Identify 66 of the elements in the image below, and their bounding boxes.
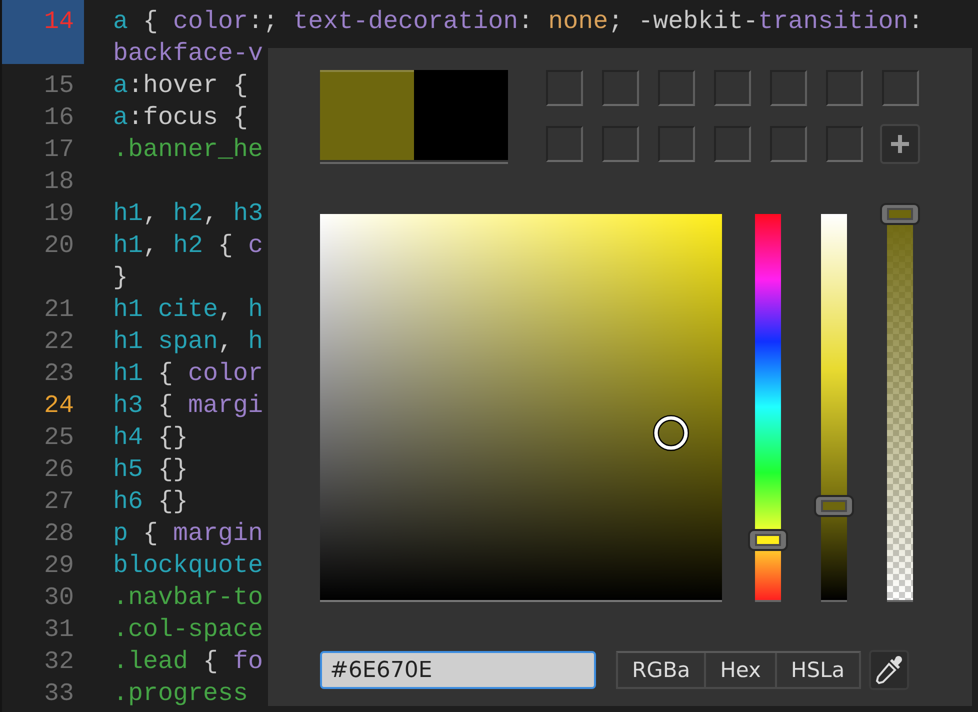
preset-swatch[interactable] xyxy=(770,70,807,106)
code-line: blockquote xyxy=(113,550,264,582)
line-number: 32 xyxy=(42,646,75,678)
code-line: backface-v xyxy=(113,38,264,70)
preset-swatch[interactable] xyxy=(826,70,863,106)
code-line: p { margin xyxy=(113,518,264,550)
preset-swatch[interactable] xyxy=(546,70,583,106)
preset-swatch[interactable] xyxy=(826,126,863,162)
line-number: 20 xyxy=(42,230,75,262)
preset-swatch[interactable] xyxy=(882,70,919,106)
line-number: 18 xyxy=(42,166,75,198)
line-number: 23 xyxy=(42,358,75,390)
preset-swatch[interactable] xyxy=(714,70,751,106)
line-number: 30 xyxy=(42,582,75,614)
preset-swatch[interactable] xyxy=(658,126,695,162)
line-number: 15 xyxy=(42,70,75,102)
eyedropper-icon xyxy=(874,655,904,685)
preset-swatch[interactable] xyxy=(658,70,695,106)
line-number: 26 xyxy=(42,454,75,486)
line-number: 28 xyxy=(42,518,75,550)
line-number: 33 xyxy=(42,678,75,710)
code-line: .navbar-to xyxy=(113,582,264,614)
add-preset-button[interactable] xyxy=(880,124,920,164)
code-line: .banner_he xyxy=(113,134,264,166)
preset-swatch[interactable] xyxy=(602,70,639,106)
code-line: } xyxy=(113,262,130,294)
code-line: a:hover { xyxy=(113,70,248,102)
color-marker[interactable] xyxy=(652,415,689,452)
preset-swatch[interactable] xyxy=(770,126,807,162)
code-line: h1 span, h xyxy=(113,326,264,358)
line-number: 14 xyxy=(2,0,84,64)
preset-swatch[interactable] xyxy=(714,126,751,162)
line-number: 25 xyxy=(42,422,75,454)
line-number: 21 xyxy=(42,294,75,326)
line-number: 19 xyxy=(42,198,75,230)
eyedropper-button[interactable] xyxy=(868,650,909,690)
current-color-swatch[interactable] xyxy=(320,70,414,160)
code-line: h1 { color xyxy=(113,358,264,390)
code-line: h5 {} xyxy=(113,454,188,486)
line-number: 29 xyxy=(42,550,75,582)
code-line: .progress xyxy=(113,678,248,710)
slider-thumb[interactable] xyxy=(814,495,854,518)
line-number: 16 xyxy=(42,102,75,134)
saturation-value-area[interactable] xyxy=(320,214,722,602)
plus-icon xyxy=(889,133,911,155)
preset-swatch[interactable] xyxy=(602,126,639,162)
slider-thumb[interactable] xyxy=(748,529,788,552)
code-line: h1, h2 { c xyxy=(113,230,264,262)
code-line: h6 {} xyxy=(113,486,188,518)
line-number: 22 xyxy=(42,326,75,358)
code-line: .col-space xyxy=(113,614,264,646)
slider-thumb[interactable] xyxy=(880,203,920,225)
preset-swatch[interactable] xyxy=(546,126,583,162)
code-line: h1, h2, h3 xyxy=(113,198,264,230)
code-line: h1 cite, h xyxy=(113,294,264,326)
line-number: 27 xyxy=(42,486,75,518)
code-line: .lead { fo xyxy=(113,646,264,678)
line-number: 31 xyxy=(42,614,75,646)
previous-color-swatch[interactable] xyxy=(414,70,508,160)
hex-input-field[interactable]: #6E670E xyxy=(320,651,596,689)
code-line: h4 {} xyxy=(113,422,188,454)
code-line: h3 { margi xyxy=(113,390,264,422)
code-line: a:focus { xyxy=(113,102,248,134)
line-number: 24 xyxy=(42,390,75,422)
line-number: 17 xyxy=(42,134,75,166)
code-line: a { color:; text-decoration: none; -webkit-transition: xyxy=(113,6,924,38)
